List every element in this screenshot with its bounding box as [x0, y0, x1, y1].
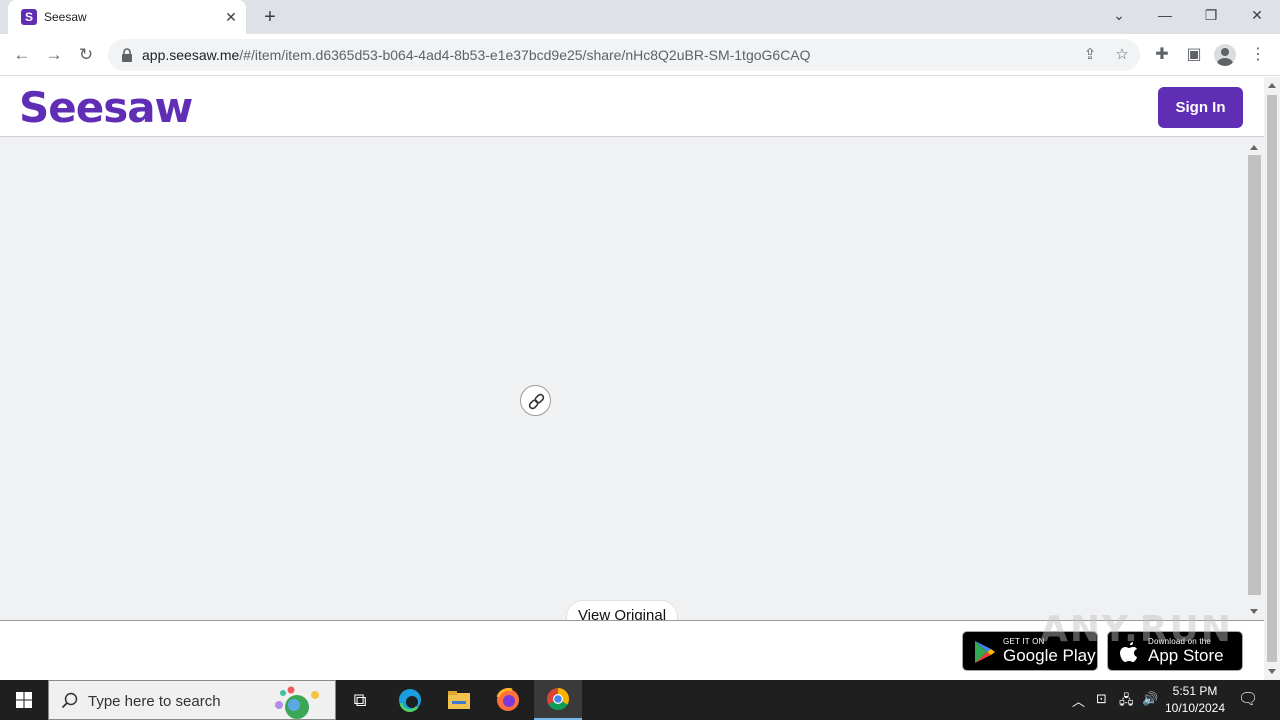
content-scrollbar[interactable] [1246, 139, 1262, 618]
start-button[interactable] [0, 680, 48, 720]
show-hidden-icons-chevron-icon[interactable]: ︿ [1072, 691, 1085, 710]
search-icon [61, 692, 78, 709]
page-scrollbar[interactable] [1264, 77, 1280, 680]
tab-title: Seesaw [44, 10, 87, 24]
scroll-down-arrow-icon[interactable] [1250, 609, 1258, 614]
page-scroll-thumb[interactable] [1267, 95, 1277, 662]
link-icon[interactable] [520, 385, 551, 416]
clock-time: 5:51 PM [1172, 684, 1218, 698]
profile-avatar-icon[interactable] [1214, 44, 1236, 66]
search-highlight-globe-icon [275, 686, 319, 719]
forward-button[interactable]: → [41, 42, 67, 68]
content-scroll-thumb[interactable] [1248, 155, 1261, 595]
url-host: app.seesaw.me [142, 47, 240, 63]
file-explorer-icon[interactable] [435, 680, 483, 720]
volume-icon[interactable]: 🔊 [1142, 691, 1158, 707]
notifications-icon[interactable]: 🗨 [1238, 689, 1258, 709]
watermark: ANY.RUN [1040, 609, 1233, 650]
clock-date: 10/10/2024 [1164, 701, 1226, 715]
back-button[interactable]: ← [9, 42, 35, 68]
seesaw-logo[interactable]: Seesaw [19, 83, 193, 132]
web-page: Seesaw Sign In View Original GET IT ON G… [0, 77, 1280, 680]
network-icon[interactable]: 🖧 [1119, 691, 1134, 713]
tab-close-icon[interactable]: ✕ [222, 8, 240, 26]
new-tab-button[interactable]: + [258, 5, 282, 29]
item-viewer: View Original [0, 137, 1264, 620]
task-view-icon[interactable]: ⧉ [336, 680, 384, 720]
browser-toolbar: ← → ↻ app.seesaw.me/#/item/item.d6365d53… [0, 34, 1280, 76]
extensions-puzzle-icon[interactable]: ✚ [1151, 44, 1173, 66]
address-bar[interactable]: app.seesaw.me/#/item/item.d6365d53-b064-… [108, 39, 1140, 71]
chrome-icon[interactable] [534, 680, 582, 720]
view-original-button[interactable]: View Original [566, 600, 678, 620]
seesaw-favicon-icon: S [21, 9, 37, 25]
windows-taskbar: Type here to search ⧉ ︿ ⊡ 🖧 🔊 5:51 PM 10… [0, 680, 1280, 720]
page-scroll-up-icon[interactable] [1268, 83, 1276, 88]
taskbar-search-box[interactable]: Type here to search [48, 680, 336, 720]
system-clock[interactable]: 5:51 PM 10/10/2024 [1158, 683, 1232, 717]
google-play-small-text: GET IT ON [1003, 637, 1045, 646]
sign-in-button[interactable]: Sign In [1158, 87, 1243, 128]
minimize-button[interactable]: — [1142, 0, 1188, 30]
window-close-button[interactable]: ✕ [1234, 0, 1280, 30]
scroll-up-arrow-icon[interactable] [1250, 145, 1258, 150]
browser-tab[interactable]: S Seesaw ✕ [8, 0, 246, 34]
windows-logo-icon [16, 692, 32, 708]
bookmark-star-icon[interactable]: ☆ [1112, 45, 1132, 65]
browser-tab-strip: S Seesaw ✕ + ⌄ — ❐ ✕ [0, 0, 1280, 34]
google-play-icon [975, 641, 995, 663]
edge-browser-icon[interactable] [386, 680, 434, 720]
link-chain-icon [528, 393, 545, 410]
restore-button[interactable]: ❐ [1188, 0, 1234, 30]
page-scroll-down-icon[interactable] [1268, 669, 1276, 674]
side-panel-icon[interactable]: ▣ [1183, 44, 1205, 66]
firefox-icon[interactable] [484, 680, 532, 720]
url-path: /#/item/item.d6365d53-b064-4ad4-8b53-e1e… [239, 47, 811, 63]
site-header: Seesaw Sign In [0, 77, 1264, 137]
share-icon[interactable]: ⇪ [1080, 45, 1100, 65]
search-placeholder: Type here to search [88, 693, 221, 710]
tab-search-chevron-icon[interactable]: ⌄ [1096, 0, 1142, 30]
lock-icon [122, 48, 132, 62]
url-text: app.seesaw.me/#/item/item.d6365d53-b064-… [142, 47, 811, 63]
browser-menu-icon[interactable]: ⋮ [1247, 44, 1269, 66]
reload-button[interactable]: ↻ [73, 42, 99, 68]
tray-app-icon[interactable]: ⊡ [1096, 691, 1107, 707]
